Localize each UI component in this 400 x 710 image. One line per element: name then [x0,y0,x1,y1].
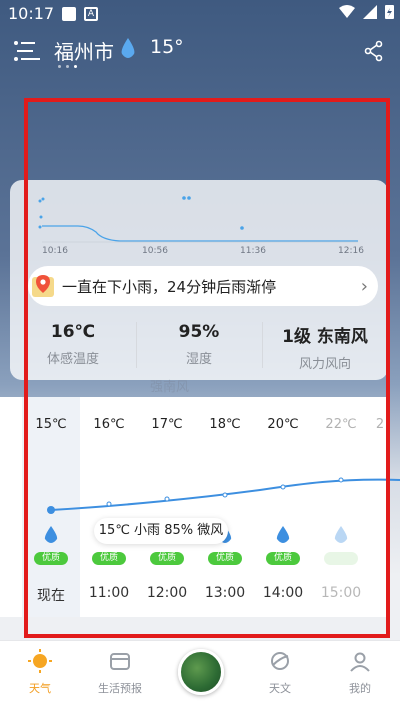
planet-icon [271,652,289,670]
nav-label: 生活预报 [98,682,142,695]
status-icons [339,4,394,19]
menu-icon[interactable] [14,40,40,62]
nav-life-forecast[interactable]: 生活预报 [85,649,155,696]
page-indicator [58,65,77,68]
status-bar: 10:17 A [0,0,400,30]
city-name[interactable]: 福州市 [54,36,114,65]
bottom-navigation: 天气 生活预报 天文 我的 [0,640,400,710]
signal-icon [363,4,377,19]
status-time: 10:17 [8,4,55,23]
nav-profile[interactable]: 我的 [325,649,395,696]
app-header: 福州市 15° [0,30,400,76]
current-temperature: 15° [150,36,184,58]
wifi-icon [339,4,355,18]
nav-astronomy[interactable]: 天文 [245,649,315,696]
nav-label: 天文 [269,682,291,695]
notification-icon [62,7,76,21]
highlight-box [24,98,390,638]
folder-icon [110,653,130,670]
nav-label: 天气 [29,682,51,695]
radar-map-icon[interactable] [178,649,224,695]
share-icon[interactable] [364,40,384,62]
nav-label: 我的 [349,682,371,695]
nav-weather[interactable]: 天气 [5,649,75,696]
rain-drop-icon [121,38,135,58]
app-notification-icon: A [84,7,98,21]
profile-icon [350,652,370,672]
battery-icon [385,5,394,19]
sun-icon [28,649,52,673]
